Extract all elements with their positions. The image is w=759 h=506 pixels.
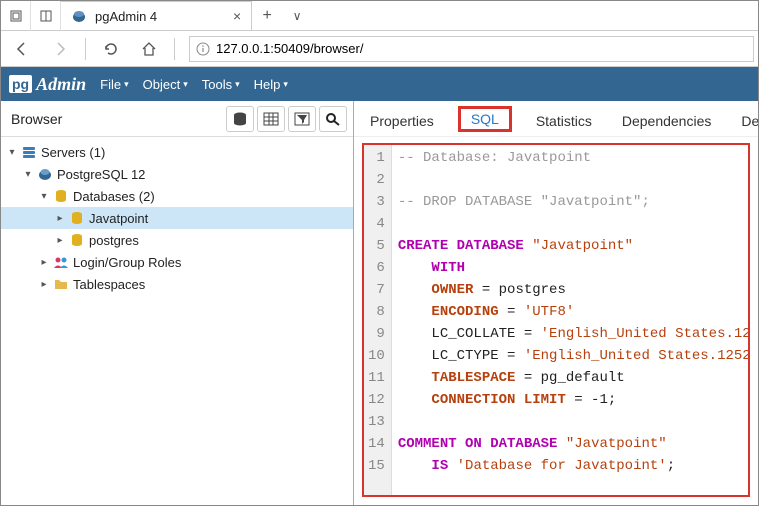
database-icon [52,188,70,204]
servers-icon [20,144,38,160]
tab-dependents[interactable]: Dependents [735,105,758,133]
forward-button[interactable] [43,34,77,64]
home-button[interactable] [132,34,166,64]
tree-label: Databases (2) [73,189,155,204]
address-bar [1,31,758,67]
roles-icon [52,254,70,270]
tab-statistics[interactable]: Statistics [530,105,598,133]
tree-pg12[interactable]: PostgreSQL 12 [1,163,353,185]
menu-help[interactable]: Help▾ [254,77,288,92]
sql-editor[interactable]: 123456789101112131415 -- Database: Javat… [362,143,750,497]
line-gutter: 123456789101112131415 [364,145,392,495]
tree-db-javatpoint[interactable]: Javatpoint [1,207,353,229]
tree-db-postgres[interactable]: postgres [1,229,353,251]
tree-tablespaces[interactable]: Tablespaces [1,273,353,295]
info-icon[interactable] [196,42,210,56]
tree-databases[interactable]: Databases (2) [1,185,353,207]
browser-header: Browser [1,101,353,137]
sql-code[interactable]: -- Database: Javatpoint -- DROP DATABASE… [392,145,750,495]
content-panel: Properties SQL Statistics Dependencies Depen… [354,101,758,505]
tree-servers[interactable]: Servers (1) [1,141,353,163]
search-icon[interactable] [319,106,347,132]
close-icon[interactable]: × [233,8,241,24]
titlebar: pgAdmin 4 × + ∨ [1,1,758,31]
menu-object[interactable]: Object▾ [143,77,188,92]
window-scroll-left-icon[interactable] [1,1,31,31]
menu-file[interactable]: File▾ [100,77,128,92]
tree-label: Javatpoint [89,211,148,226]
pgadmin-logo: pgAdmin [9,74,86,95]
content-tabs: Properties SQL Statistics Dependencies Depen… [354,101,758,137]
refresh-button[interactable] [94,34,128,64]
tab-properties[interactable]: Properties [364,105,440,133]
filter-icon[interactable] [288,106,316,132]
tab-sql[interactable]: SQL [458,106,512,132]
tree-label: Servers (1) [41,145,105,160]
pgadmin-menubar: pgAdmin File▾ Object▾ Tools▾ Help▾ [1,67,758,101]
back-button[interactable] [5,34,39,64]
menu-tools[interactable]: Tools▾ [202,77,240,92]
tab-title: pgAdmin 4 [95,9,225,24]
browser-tab-pgadmin[interactable]: pgAdmin 4 × [61,1,252,30]
grid-icon[interactable] [257,106,285,132]
tree-label: PostgreSQL 12 [57,167,145,182]
object-tree[interactable]: Servers (1) PostgreSQL 12 Databases (2) … [1,137,353,505]
url-input[interactable] [216,41,747,56]
tab-dependencies[interactable]: Dependencies [616,105,718,133]
pgadmin-favicon [71,8,87,24]
elephant-icon [36,166,54,182]
database-icon [68,232,86,248]
database-icon [68,210,86,226]
folder-icon [52,276,70,292]
window-scroll-right-icon[interactable] [31,1,61,31]
new-tab-button[interactable]: + [252,7,282,25]
storage-icon[interactable] [226,106,254,132]
main-area: Browser Servers (1) PostgreSQL 12 [1,101,758,505]
tree-label: Tablespaces [73,277,145,292]
tree-label: postgres [89,233,139,248]
browser-panel: Browser Servers (1) PostgreSQL 12 [1,101,354,505]
browser-title: Browser [11,111,62,127]
tree-label: Login/Group Roles [73,255,181,270]
tab-overflow-button[interactable]: ∨ [282,9,312,23]
tree-login-roles[interactable]: Login/Group Roles [1,251,353,273]
url-field-container[interactable] [189,36,754,62]
